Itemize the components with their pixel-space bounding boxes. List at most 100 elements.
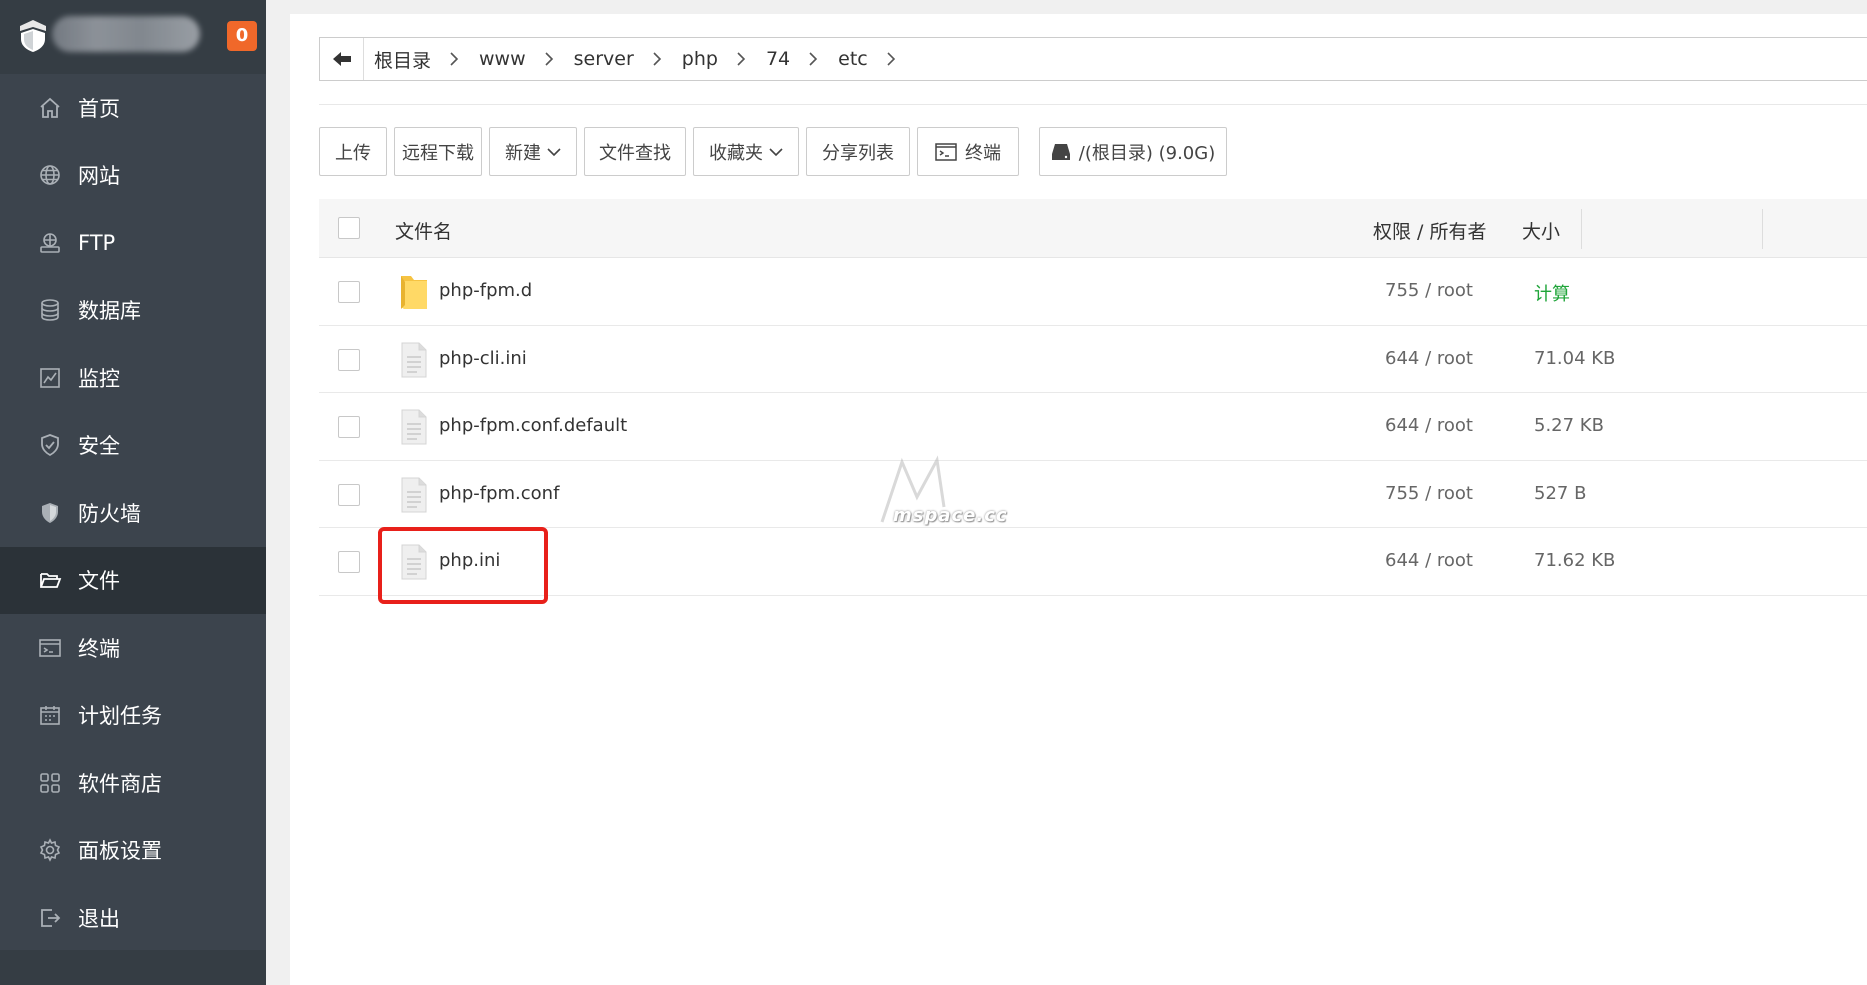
file-name[interactable]: php-cli.ini [439, 348, 527, 369]
file-size: 71.04 KB [1534, 347, 1616, 369]
table-header: 文件名 权限 / 所有者 大小 [319, 199, 1867, 258]
document-icon [401, 477, 427, 512]
sidebar-item-label: 终端 [78, 636, 120, 661]
monitor-icon [38, 366, 62, 390]
terminal-button[interactable]: 终端 [917, 127, 1019, 176]
favorites-dropdown-button[interactable]: 收藏夹 [693, 127, 799, 176]
button-label: 分享列表 [822, 142, 894, 164]
highlight-box [378, 527, 548, 604]
sidebar-item-label: 退出 [78, 906, 120, 931]
back-button[interactable] [320, 38, 364, 80]
breadcrumb-item[interactable]: www [479, 48, 526, 70]
file-name[interactable]: php-fpm.d [439, 280, 532, 301]
select-all-checkbox[interactable] [338, 217, 360, 239]
panel-logo-icon [20, 20, 46, 52]
table-row[interactable]: php-fpm.conf 755 / root 527 B [319, 461, 1867, 528]
table-row[interactable]: php-fpm.d 755 / root 计算 [319, 258, 1867, 326]
ftp-icon [38, 231, 62, 255]
arrow-left-icon [332, 52, 351, 66]
row-checkbox[interactable] [338, 551, 360, 573]
new-dropdown-button[interactable]: 新建 [489, 127, 577, 176]
firewall-shield-icon [38, 501, 62, 525]
file-permission[interactable]: 644 / root [1385, 348, 1473, 369]
calculate-size-link[interactable]: 计算 [1534, 280, 1570, 306]
breadcrumb-item[interactable]: server [574, 48, 634, 70]
sidebar-item-security[interactable]: 安全 [0, 412, 266, 480]
breadcrumb-item[interactable]: php [682, 48, 718, 70]
row-checkbox[interactable] [338, 348, 360, 371]
button-label: 收藏夹 [709, 142, 763, 164]
globe-icon [38, 163, 62, 187]
file-permission[interactable]: 755 / root [1385, 483, 1473, 504]
sidebar-item-label: FTP [78, 230, 116, 255]
sidebar-header: 0 [0, 0, 266, 74]
file-manager-panel: 根目录 www server php 74 etc 上传 远程下载 新建 文件查… [290, 14, 1867, 985]
breadcrumb-item[interactable]: 根目录 [374, 46, 431, 73]
path-bar: 根目录 www server php 74 etc [319, 37, 1867, 81]
file-size: 527 B [1534, 482, 1587, 504]
sidebar: 0 首页 网站 FTP 数据库 监控 安全 防火墙 文件 终端 计划任务 软件商… [0, 0, 266, 985]
folder-icon [401, 276, 427, 309]
file-size: 5.27 KB [1534, 415, 1604, 436]
file-name[interactable]: php-fpm.conf [439, 483, 559, 504]
table-row[interactable]: php-fpm.conf.default 644 / root 5.27 KB [319, 393, 1867, 461]
button-label: 新建 [505, 142, 541, 164]
sidebar-item-firewall[interactable]: 防火墙 [0, 479, 266, 547]
disk-button[interactable]: /(根目录) (9.0G) [1039, 127, 1227, 176]
upload-button[interactable]: 上传 [319, 127, 387, 176]
file-permission[interactable]: 755 / root [1385, 280, 1473, 301]
chevron-right-icon [651, 52, 663, 66]
chevron-right-icon [543, 52, 555, 66]
table-row[interactable]: php-cli.ini 644 / root 71.04 KB [319, 326, 1867, 393]
file-permission[interactable]: 644 / root [1385, 550, 1473, 571]
row-checkbox[interactable] [338, 416, 360, 438]
row-checkbox[interactable] [338, 483, 360, 506]
folder-open-icon [38, 568, 62, 592]
sidebar-item-settings[interactable]: 面板设置 [0, 817, 266, 885]
blurred-username [52, 16, 200, 52]
row-checkbox[interactable] [338, 281, 360, 303]
file-name[interactable]: php-fpm.conf.default [439, 415, 627, 436]
column-header-perm[interactable]: 权限 / 所有者 [1373, 217, 1486, 244]
home-icon [38, 96, 62, 120]
table-row[interactable]: php.ini 644 / root 71.62 KB [319, 528, 1867, 596]
shield-check-icon [38, 433, 62, 457]
logout-icon [38, 906, 62, 930]
column-header-size[interactable]: 大小 [1522, 217, 1560, 244]
notification-badge[interactable]: 0 [227, 21, 257, 51]
sidebar-item-ftp[interactable]: FTP [0, 209, 266, 277]
sidebar-item-home[interactable]: 首页 [0, 74, 266, 142]
file-search-button[interactable]: 文件查找 [584, 127, 686, 176]
gear-icon [38, 838, 62, 863]
remote-download-button[interactable]: 远程下载 [394, 127, 482, 176]
sidebar-footer [0, 950, 266, 985]
document-icon [401, 409, 427, 445]
toolbar: 上传 远程下载 新建 文件查找 收藏夹 分享列表 终端 /(根目录) (9.0G… [319, 127, 1234, 176]
hard-drive-icon [1051, 143, 1070, 160]
terminal-icon [38, 636, 62, 660]
sidebar-item-cron[interactable]: 计划任务 [0, 682, 266, 750]
document-icon [401, 342, 427, 377]
sidebar-item-monitor[interactable]: 监控 [0, 344, 266, 412]
file-permission[interactable]: 644 / root [1385, 415, 1473, 436]
grid-apps-icon [38, 771, 62, 795]
sidebar-item-label: 面板设置 [78, 839, 162, 864]
sidebar-item-logout[interactable]: 退出 [0, 884, 266, 952]
sidebar-nav: 首页 网站 FTP 数据库 监控 安全 防火墙 文件 终端 计划任务 软件商店 … [0, 74, 266, 952]
column-header-name[interactable]: 文件名 [395, 217, 452, 244]
sidebar-item-label: 防火墙 [78, 501, 141, 526]
sidebar-item-database[interactable]: 数据库 [0, 277, 266, 345]
sidebar-item-website[interactable]: 网站 [0, 142, 266, 210]
sidebar-item-label: 文件 [78, 569, 120, 594]
sidebar-item-store[interactable]: 软件商店 [0, 749, 266, 817]
sidebar-item-files[interactable]: 文件 [0, 546, 266, 614]
chevron-right-icon [807, 52, 819, 66]
share-list-button[interactable]: 分享列表 [806, 127, 910, 176]
breadcrumb-item[interactable]: 74 [766, 48, 790, 70]
breadcrumb-item[interactable]: etc [838, 48, 868, 70]
sidebar-item-terminal[interactable]: 终端 [0, 614, 266, 682]
calendar-icon [38, 703, 62, 727]
chevron-right-icon [735, 52, 747, 66]
button-label: 文件查找 [599, 142, 671, 164]
breadcrumb: 根目录 www server php 74 etc [364, 46, 916, 73]
